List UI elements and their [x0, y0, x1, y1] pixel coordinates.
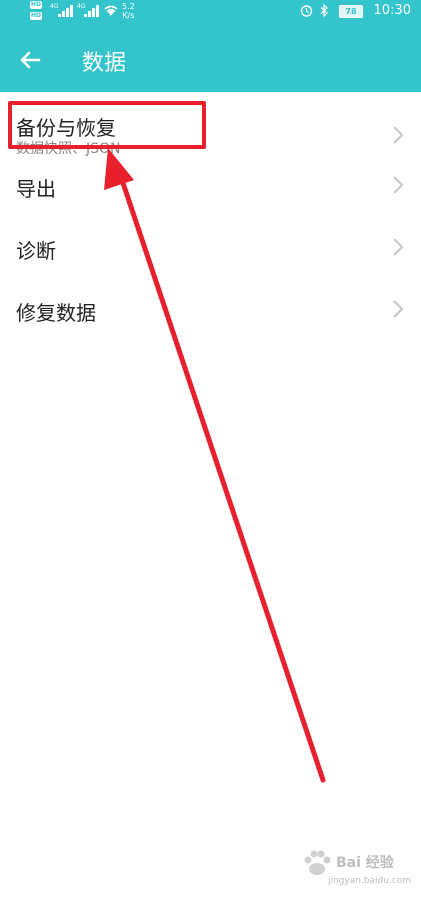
- paw-logo-icon: [304, 850, 331, 875]
- status-time: 10:30: [373, 3, 411, 18]
- chevron-right-icon: [393, 126, 404, 144]
- battery-indicator: 78: [339, 5, 363, 18]
- speed-unit: K/s: [122, 11, 135, 20]
- hd-badge-2: HD: [30, 12, 43, 20]
- list-item-label: 修复数据: [16, 301, 96, 325]
- back-button[interactable]: [12, 44, 48, 76]
- watermark: Bai 经验 jingyan.baidu.com: [300, 848, 411, 893]
- speed-value: 5.2: [122, 2, 135, 11]
- annotation-highlight-box: [8, 101, 206, 149]
- list-item-label: 诊断: [16, 239, 56, 263]
- status-bar: HD HD 4G 4G 5.2 K/s 78 10:30: [0, 0, 421, 24]
- watermark-text: Bai 经验: [336, 855, 394, 871]
- watermark-url: jingyan.baidu.com: [328, 876, 412, 886]
- list-item-repair-data[interactable]: 修复数据: [0, 280, 421, 342]
- alarm-icon: [300, 5, 313, 17]
- arrow-left-icon: [20, 51, 41, 69]
- chevron-right-icon: [393, 176, 404, 194]
- signal-icon-2: [84, 5, 99, 17]
- list-item-diagnose[interactable]: 诊断: [0, 218, 421, 280]
- list-item-export[interactable]: 导出: [0, 156, 421, 218]
- app-header: HD HD 4G 4G 5.2 K/s 78 10:30 数据: [0, 0, 421, 92]
- chevron-right-icon: [393, 238, 404, 256]
- signal-icon-1: [58, 5, 73, 17]
- status-right: 78 10:30: [291, 2, 411, 22]
- network-speed: 5.2 K/s: [122, 2, 135, 20]
- hd-badge-1: HD: [30, 1, 43, 9]
- chevron-right-icon: [393, 300, 404, 318]
- bluetooth-icon: [320, 4, 328, 17]
- list-item-label: 导出: [16, 177, 56, 201]
- wifi-icon: [104, 5, 118, 16]
- page-title: 数据: [82, 51, 127, 76]
